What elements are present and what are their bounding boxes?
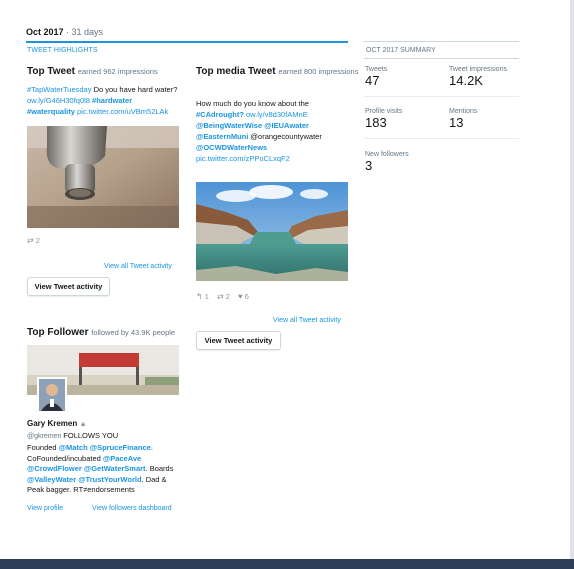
like-count: 6 — [244, 292, 249, 301]
retweet-count: 2 — [225, 292, 230, 301]
mention-beingwaterwise[interactable]: @BeingWaterWise — [196, 121, 262, 130]
summary-new-followers: New followers 3 — [365, 151, 409, 172]
follower-handle-row: @gkremen FOLLOWS YOU — [27, 431, 118, 440]
mentions-value: 13 — [449, 115, 464, 130]
hashtag-waterquality[interactable]: #waterquality — [27, 107, 75, 116]
tweet-plain-text-2: @orangecountywater — [248, 132, 322, 141]
tweets-value: 47 — [365, 73, 380, 88]
top-tweet-title: Top Tweet — [27, 66, 75, 77]
summary-title-rule — [364, 58, 519, 59]
top-tweet-photo-faucet[interactable] — [27, 126, 179, 228]
follower-avatar[interactable] — [37, 377, 67, 413]
summary-mentions: Mentions 13 — [449, 108, 477, 129]
summary-impressions: Tweet impressions 14.2K — [449, 66, 507, 87]
mention-sprucefinance[interactable]: @SpruceFinance — [88, 443, 151, 452]
top-media-view-all-link[interactable]: View all Tweet activity — [273, 317, 341, 324]
retweet-count: 2 — [35, 236, 40, 245]
top-media-view-activity-button[interactable]: View Tweet activity — [196, 331, 281, 350]
reply-stat[interactable]: ↰ 1 — [196, 292, 209, 301]
mentions-label: Mentions — [449, 108, 478, 115]
avatar-image — [39, 379, 65, 411]
heart-icon: ♥ — [237, 292, 243, 301]
top-tweet-stats: ⇄ 2 — [27, 236, 40, 245]
top-tweet-text: #TapWaterTuesday Do you have hard water?… — [27, 84, 182, 117]
profile-visits-value: 183 — [365, 115, 387, 130]
tweets-label: Tweets — [365, 66, 388, 73]
retweet-icon: ⇄ — [216, 292, 224, 301]
top-tweet-view-activity-button[interactable]: View Tweet activity — [27, 277, 110, 296]
hashtag-tapwatertuesday[interactable]: #TapWaterTuesday — [27, 85, 91, 94]
new-followers-label: New followers — [365, 151, 409, 158]
reply-count: 1 — [204, 292, 209, 301]
top-media-tweet-photo-lake[interactable] — [196, 182, 348, 281]
bio-text: Founded — [27, 443, 59, 452]
top-tweet-heading: Top Tweet earned 962 impressions — [27, 66, 158, 77]
follows-you-badge: FOLLOWS YOU — [63, 431, 119, 440]
tweet-link[interactable]: ow.ly/G46H30fq0l8 — [27, 96, 90, 105]
bottom-bar — [0, 559, 574, 569]
top-media-tweet-text: How much do you know about the #CAdrough… — [196, 98, 346, 164]
new-followers-value: 3 — [365, 158, 373, 173]
follower-bio: Founded @Match @SpruceFinance. CoFounded… — [27, 443, 182, 496]
summary-title: OCT 2017 SUMMARY — [366, 47, 436, 54]
period-separator: · — [63, 27, 72, 37]
tweet-link[interactable]: ow.ly/v8d30fAMnE — [244, 110, 308, 119]
tweet-highlights-title: TWEET HIGHLIGHTS — [27, 47, 98, 54]
mention-easternmuni[interactable]: @EasternMuni — [196, 132, 248, 141]
top-media-impressions: earned 800 impressions — [278, 67, 359, 76]
follower-name-text: Gary Kremen — [27, 419, 78, 428]
highlights-rule — [26, 41, 348, 43]
summary-row-rule-2 — [364, 138, 519, 139]
mention-match[interactable]: @Match — [59, 443, 88, 452]
tweet-pic-link[interactable]: pic.twitter.com/uVBm52LAk — [75, 107, 168, 116]
mention-ieuawater[interactable]: @IEUAwater — [262, 121, 309, 130]
top-follower-heading: Top Follower followed by 43.9K people — [27, 327, 175, 338]
hashtag-hardwater[interactable]: #hardwater — [90, 96, 132, 105]
top-tweet-impressions: earned 962 impressions — [77, 67, 158, 76]
period-header: Oct 2017 · 31 days — [26, 27, 103, 37]
bio-text-3: . Boards — [145, 464, 174, 473]
mention-valleywater[interactable]: @ValleyWater — [27, 475, 76, 484]
mention-ocwdwaternews[interactable]: @OCWDWaterNews — [196, 143, 267, 152]
retweet-icon: ⇄ — [27, 236, 34, 245]
summary-profile-visits: Profile visits 183 — [365, 108, 402, 129]
summary-top-rule — [364, 41, 519, 42]
period-days: 31 days — [71, 27, 104, 37]
view-profile-link[interactable]: View profile — [27, 505, 63, 512]
summary-tweets: Tweets 47 — [365, 66, 387, 87]
top-follower-title: Top Follower — [27, 327, 89, 338]
follower-name[interactable]: Gary Kremen 🔒︎ — [27, 419, 85, 429]
reply-icon: ↰ — [196, 292, 203, 301]
view-followers-dashboard-link[interactable]: View followers dashboard — [92, 505, 172, 512]
profile-visits-label: Profile visits — [365, 108, 403, 115]
lock-icon: 🔒︎ — [81, 421, 85, 428]
follower-handle: @gkremen — [27, 433, 62, 440]
top-media-tweet-heading: Top media Tweet earned 800 impressions — [196, 66, 358, 77]
faucet-image — [27, 126, 179, 228]
tweet-pic-link[interactable]: pic.twitter.com/zPPuCLxqF2 — [196, 154, 290, 163]
retweet-stat[interactable]: ⇄ 2 — [217, 292, 230, 301]
like-stat[interactable]: ♥ 6 — [238, 292, 249, 301]
top-media-tweet-stats: ↰ 1 ⇄ 2 ♥ 6 — [196, 292, 249, 301]
tweet-plain-text: How much do you know about the — [196, 99, 309, 108]
hashtag-cadrought[interactable]: #CAdrought? — [196, 110, 244, 119]
mention-crowdflower[interactable]: @CrowdFlower — [27, 464, 82, 473]
impressions-value: 14.2K — [449, 73, 483, 88]
mention-getwatersmart[interactable]: @GetWaterSmart — [82, 464, 146, 473]
mention-trustyourworld[interactable]: @TrustYourWorld — [76, 475, 141, 484]
top-follower-followed-by: followed by 43.9K people — [91, 328, 176, 337]
tweet-plain-text: Do you have hard water? — [91, 85, 178, 94]
period-label: Oct 2017 — [26, 27, 64, 37]
summary-row-rule — [364, 96, 519, 97]
impressions-label: Tweet impressions — [449, 66, 507, 73]
lake-image — [196, 182, 348, 281]
top-tweet-view-all-link[interactable]: View all Tweet activity — [104, 263, 172, 270]
mention-paceave[interactable]: @PaceAve — [103, 454, 141, 463]
top-media-tweet-title: Top media Tweet — [196, 66, 276, 77]
retweet-stat[interactable]: ⇄ 2 — [27, 236, 40, 245]
